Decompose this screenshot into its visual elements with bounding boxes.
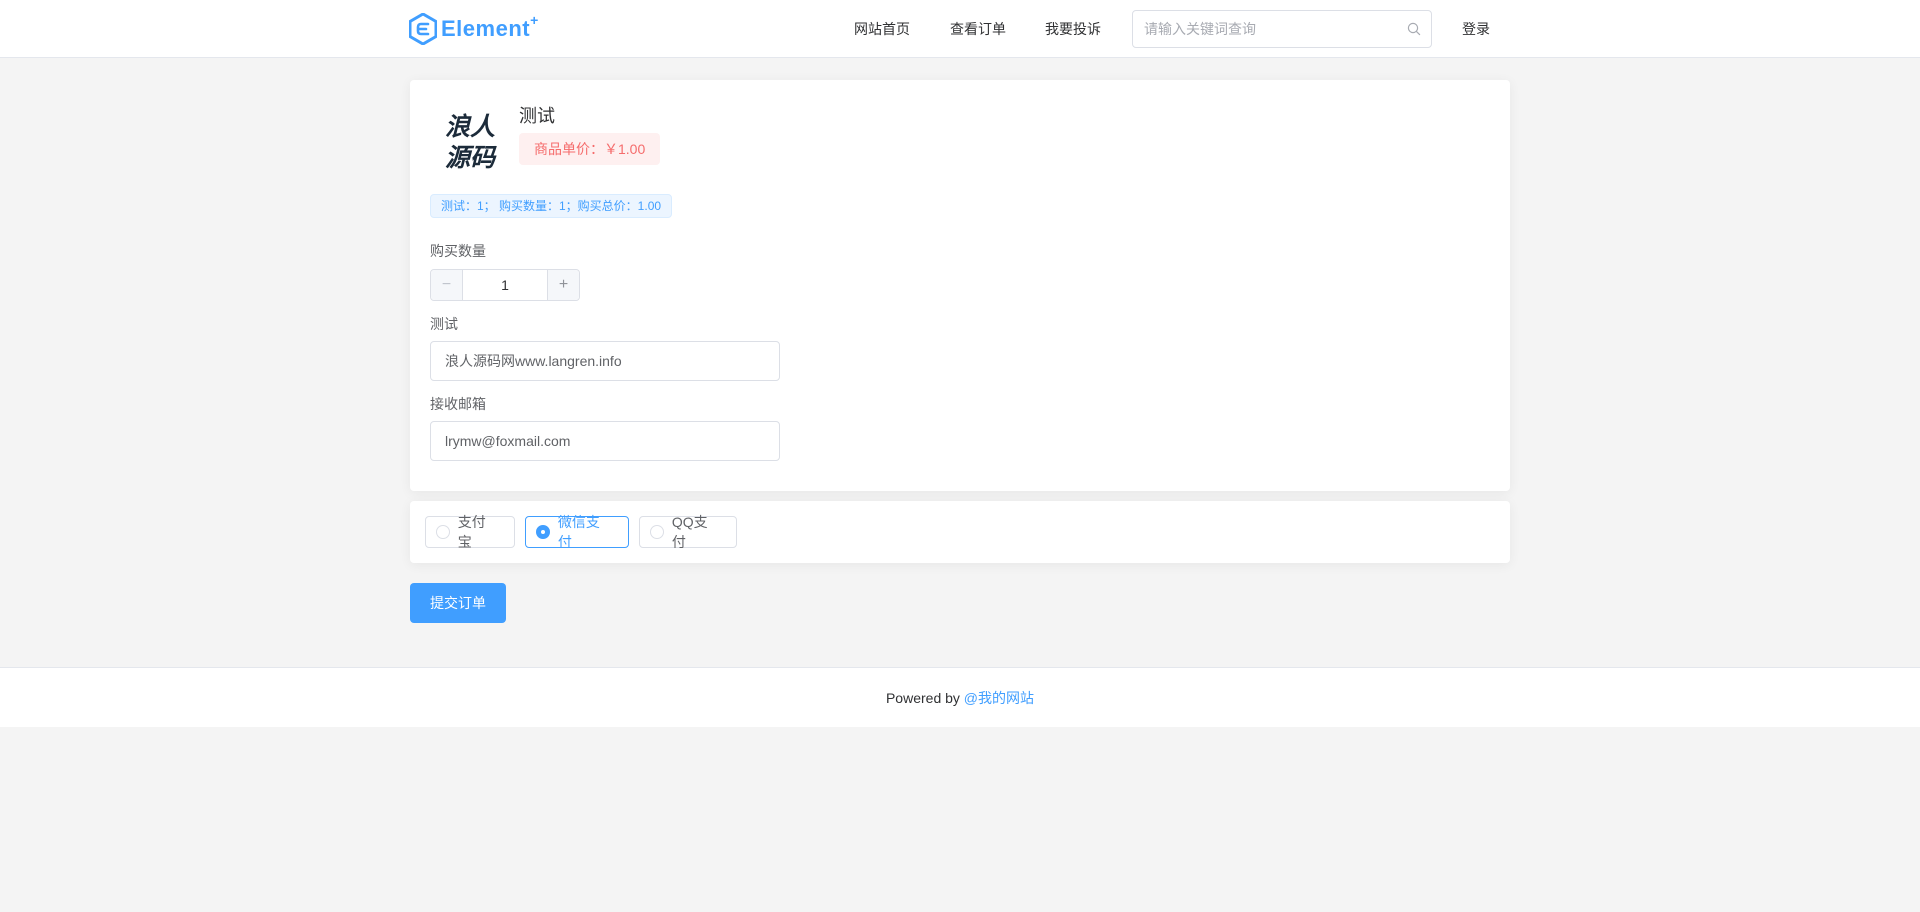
- email-field[interactable]: [430, 421, 780, 461]
- payment-option-wechat[interactable]: 微信支付: [525, 514, 629, 550]
- element-logo-icon: [409, 13, 437, 45]
- payment-option-qq[interactable]: QQ支付: [639, 514, 737, 550]
- top-header: Element + 网站首页 查看订单 我要投诉 登录: [0, 0, 1920, 58]
- radio-checked-icon: [536, 525, 550, 539]
- logo-plus: +: [530, 12, 539, 28]
- nav-complaint[interactable]: 我要投诉: [1045, 19, 1101, 39]
- search-box: [1132, 10, 1432, 48]
- payment-option-label: QQ支付: [671, 514, 708, 550]
- unit-price-tag: 商品单价：￥1.00: [519, 133, 661, 165]
- login-link[interactable]: 登录: [1462, 19, 1490, 39]
- nav-view-orders[interactable]: 查看订单: [950, 19, 1006, 39]
- payment-option-alipay[interactable]: 支付宝: [425, 514, 515, 550]
- payment-method-card: 支付宝 微信支付 QQ支付: [410, 501, 1510, 563]
- quantity-increase-button[interactable]: +: [547, 270, 579, 300]
- quantity-value[interactable]: 1: [463, 270, 547, 300]
- radio-circle-icon: [436, 525, 450, 539]
- submit-order-button[interactable]: 提交订单: [410, 583, 506, 623]
- quantity-decrease-button[interactable]: −: [431, 270, 463, 300]
- logo-text: Element: [441, 16, 531, 41]
- search-icon[interactable]: [1407, 22, 1421, 36]
- search-input[interactable]: [1133, 11, 1393, 47]
- payment-option-label: 微信支付: [557, 514, 600, 550]
- radio-circle-icon: [650, 525, 664, 539]
- nav-home[interactable]: 网站首页: [854, 19, 910, 39]
- product-image: 浪人 源码: [445, 112, 497, 172]
- payment-option-label: 支付宝: [457, 514, 486, 550]
- email-label: 接收邮箱: [430, 396, 486, 412]
- page-footer: Powered by @我的网站: [0, 667, 1920, 727]
- footer-site-link[interactable]: @我的网站: [964, 690, 1034, 706]
- order-form-card: 浪人 源码 测试 商品单价：￥1.00 测试：1； 购买数量：1；购买总价：1.…: [410, 80, 1510, 491]
- product-image-text-1: 浪人: [445, 112, 495, 141]
- test-field-input[interactable]: [430, 341, 780, 381]
- test-field-label: 测试: [430, 316, 458, 332]
- site-logo[interactable]: Element +: [409, 12, 538, 46]
- quantity-label: 购买数量: [430, 243, 486, 259]
- product-title: 测试: [519, 106, 555, 126]
- footer-powered-by: Powered by: [885, 690, 964, 706]
- quantity-stepper: − 1 +: [430, 269, 580, 301]
- order-summary-tag: 测试：1； 购买数量：1；购买总价：1.00: [430, 194, 673, 218]
- product-image-text-2: 源码: [445, 143, 497, 172]
